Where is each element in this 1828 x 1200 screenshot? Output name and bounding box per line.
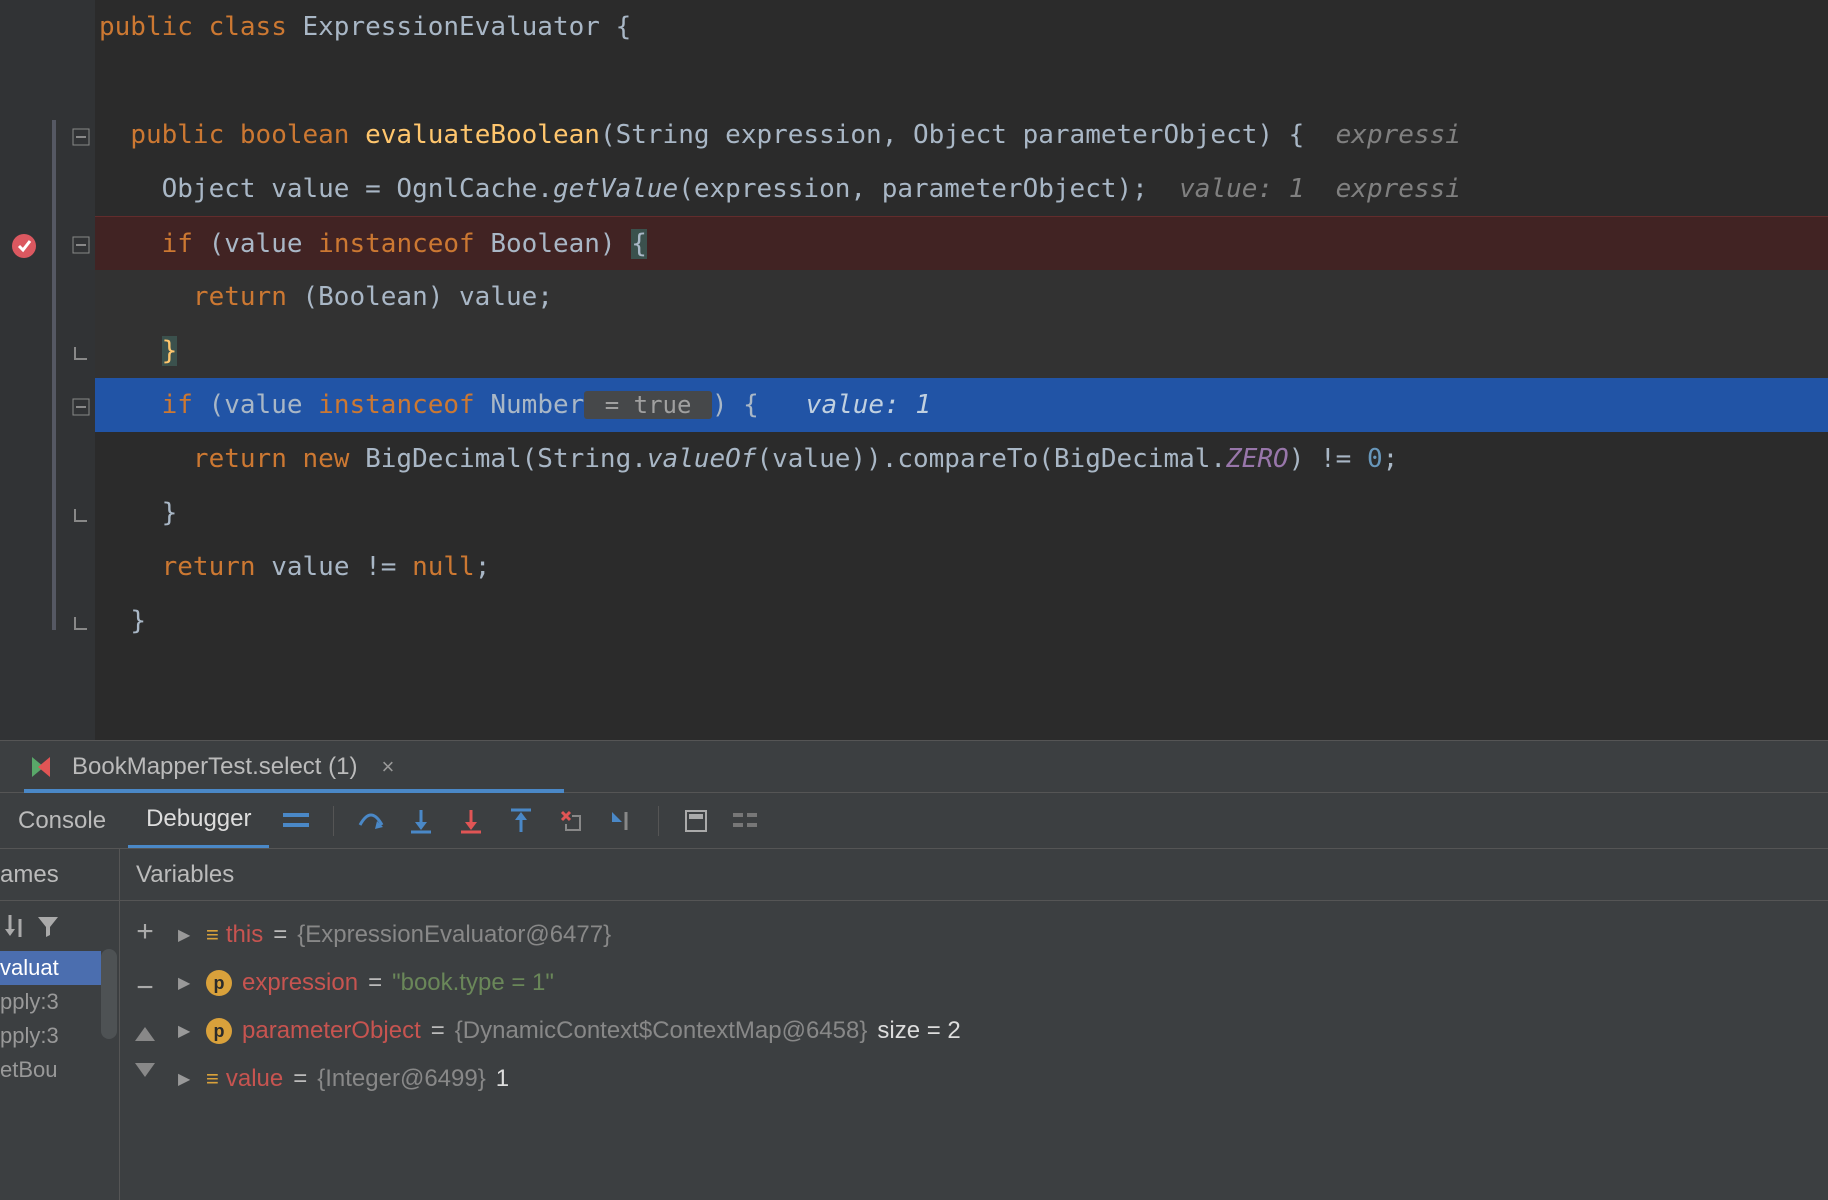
test-run-icon <box>26 753 54 781</box>
variables-list[interactable]: ▶ ≡ this = {ExpressionEvaluator@6477} ▶ … <box>170 901 1828 1200</box>
remove-watch-icon[interactable]: − <box>136 971 154 1005</box>
method-separator-line <box>52 120 56 630</box>
debug-config-tab[interactable]: BookMapperTest.select (1) <box>66 753 363 781</box>
tab-underline <box>24 789 564 793</box>
variables-side-toolbar: + − <box>120 901 170 1200</box>
code-line[interactable]: return value != null; <box>95 540 1828 594</box>
debugger-tab[interactable]: Debugger <box>128 793 269 848</box>
breakpoint-icon[interactable] <box>10 232 38 260</box>
variables-column: Variables + − ▶ ≡ this = {ExpressionEval… <box>120 849 1828 1200</box>
field-icon: ≡ <box>206 922 216 948</box>
filter-icon[interactable] <box>36 914 60 938</box>
step-out-icon[interactable] <box>498 798 544 844</box>
debug-tab-strip: BookMapperTest.select (1) × <box>0 741 1828 793</box>
expand-icon[interactable]: ▶ <box>178 1021 196 1041</box>
code-area[interactable]: public class ExpressionEvaluator { publi… <box>95 0 1828 740</box>
expand-icon[interactable]: ▶ <box>178 925 196 945</box>
code-line[interactable]: return new BigDecimal(String.valueOf(val… <box>95 432 1828 486</box>
variable-row[interactable]: ▶ p expression = "book.type = 1" <box>170 959 1828 1007</box>
variable-row[interactable]: ▶ p parameterObject = {DynamicContext$Co… <box>170 1007 1828 1055</box>
fold-end-icon[interactable] <box>72 506 90 524</box>
code-line[interactable]: } <box>95 594 1828 648</box>
debug-toolbar: Console Debugger <box>0 793 1828 849</box>
code-line[interactable]: public class ExpressionEvaluator { <box>95 0 1828 54</box>
step-into-icon[interactable] <box>398 798 444 844</box>
console-tab[interactable]: Console <box>0 793 124 848</box>
variable-row[interactable]: ▶ ≡ this = {ExpressionEvaluator@6477} <box>170 911 1828 959</box>
debug-body: ames valuat pply:3 pply:3 etBou <box>0 849 1828 1200</box>
parameter-icon: p <box>206 1018 232 1044</box>
threads-icon[interactable] <box>273 798 319 844</box>
field-icon: ≡ <box>206 1066 216 1092</box>
code-line[interactable]: Object value = OgnlCache.getValue(expres… <box>95 162 1828 216</box>
frame-row[interactable]: etBou <box>0 1053 101 1087</box>
move-down-icon[interactable] <box>135 1063 155 1077</box>
code-line[interactable]: } <box>95 486 1828 540</box>
scrollbar-thumb[interactable] <box>101 949 117 1039</box>
execution-line[interactable]: if (value instanceof Number = true ) { v… <box>95 378 1828 432</box>
close-tab-icon[interactable]: × <box>381 754 394 780</box>
expand-icon[interactable]: ▶ <box>178 973 196 993</box>
debug-panel: BookMapperTest.select (1) × Console Debu… <box>0 740 1828 1200</box>
expand-icon[interactable]: ▶ <box>178 1069 196 1089</box>
fold-end-icon[interactable] <box>72 344 90 362</box>
sort-icon[interactable] <box>4 913 26 939</box>
fold-end-icon[interactable] <box>72 614 90 632</box>
code-line[interactable]: } <box>95 324 1828 378</box>
code-line[interactable] <box>95 54 1828 108</box>
gutter <box>0 0 95 740</box>
trace-current-stream-chain-icon[interactable] <box>723 798 769 844</box>
drop-frame-icon[interactable] <box>548 798 594 844</box>
run-to-cursor-icon[interactable] <box>598 798 644 844</box>
code-line[interactable]: return (Boolean) value; <box>95 270 1828 324</box>
frame-row[interactable]: valuat <box>0 951 101 985</box>
editor-area: public class ExpressionEvaluator { publi… <box>0 0 1828 740</box>
fold-minus-icon[interactable] <box>72 128 90 146</box>
frames-column: ames valuat pply:3 pply:3 etBou <box>0 849 120 1200</box>
variable-row[interactable]: ▶ ≡ value = {Integer@6499} 1 <box>170 1055 1828 1103</box>
new-watch-icon[interactable]: + <box>136 915 154 949</box>
variables-header: Variables <box>120 849 1828 901</box>
frames-header: ames <box>0 849 119 901</box>
frames-list[interactable]: valuat pply:3 pply:3 etBou <box>0 951 101 1087</box>
step-over-icon[interactable] <box>348 798 394 844</box>
frames-toolbar <box>0 901 101 951</box>
frame-row[interactable]: pply:3 <box>0 1019 101 1053</box>
breakpoint-line[interactable]: if (value instanceof Boolean) { <box>95 216 1828 270</box>
move-up-icon[interactable] <box>135 1027 155 1041</box>
force-step-into-icon[interactable] <box>448 798 494 844</box>
fold-minus-icon[interactable] <box>72 398 90 416</box>
code-line[interactable]: public boolean evaluateBoolean(String ex… <box>95 108 1828 162</box>
parameter-icon: p <box>206 970 232 996</box>
evaluate-expression-icon[interactable] <box>673 798 719 844</box>
inline-value-hint: = true <box>584 391 712 419</box>
frame-row[interactable]: pply:3 <box>0 985 101 1019</box>
fold-minus-icon[interactable] <box>72 236 90 254</box>
